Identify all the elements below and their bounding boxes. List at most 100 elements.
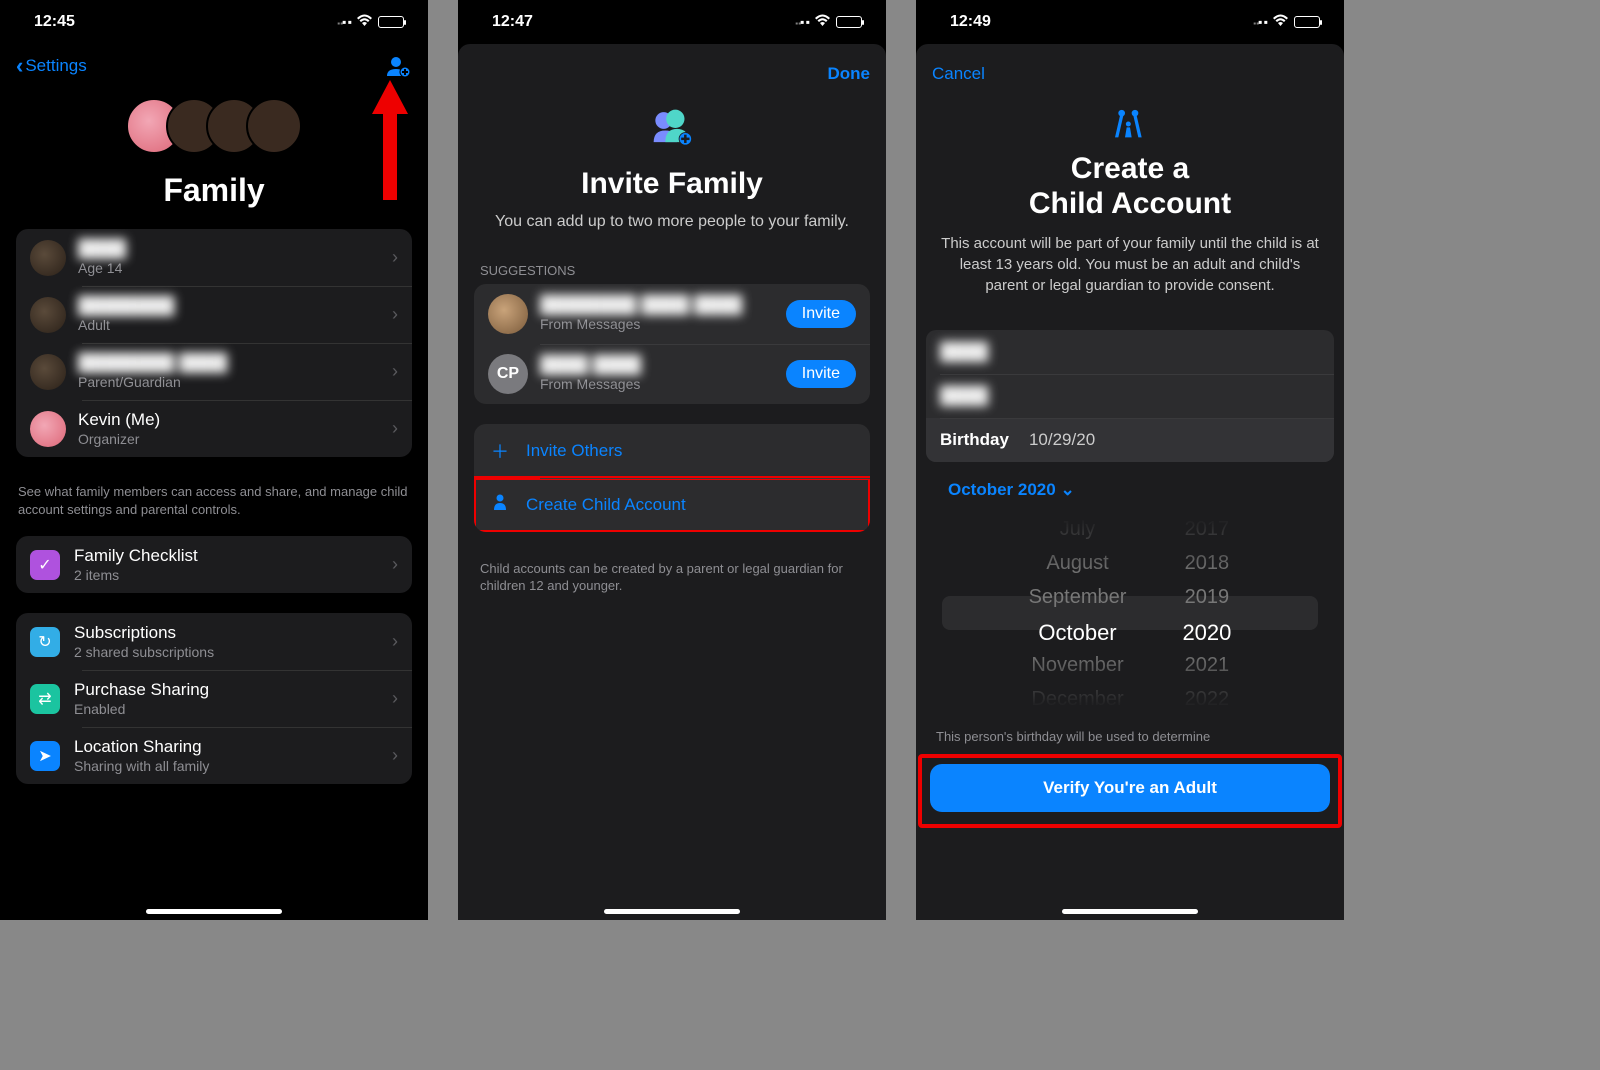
nav-bar: ‹ Settings — [0, 44, 428, 88]
cell-signal-icon — [1253, 13, 1267, 31]
purchase-sharing-icon: ⇄ — [30, 684, 60, 714]
wifi-icon — [814, 14, 831, 31]
suggestions-list: ████████ ████ ████ From Messages Invite … — [474, 284, 870, 404]
cell-signal-icon — [795, 13, 809, 31]
member-role: Age 14 — [78, 260, 392, 276]
checklist-title: Family Checklist — [74, 546, 392, 566]
screen-invite-family: 12:47 Done — [458, 0, 886, 920]
date-picker: October 2020 ⌄ JulyAugustSeptemberOctobe… — [916, 462, 1344, 718]
battery-icon — [378, 16, 404, 28]
create-child-hero: Create a Child Account This account will… — [916, 98, 1344, 314]
subscriptions-icon: ↻ — [30, 627, 60, 657]
member-role: Parent/Guardian — [78, 374, 392, 390]
invite-desc: You can add up to two more people to you… — [488, 211, 856, 233]
add-person-button[interactable] — [384, 52, 412, 80]
chevron-right-icon: › — [392, 418, 398, 439]
family-icon — [488, 106, 856, 155]
checklist-row[interactable]: ✓ Family Checklist 2 items › — [16, 536, 412, 593]
chevron-right-icon: › — [392, 631, 398, 652]
chevron-right-icon: › — [392, 554, 398, 575]
chevron-right-icon: › — [392, 247, 398, 268]
birthday-field[interactable]: Birthday 10/29/20 — [926, 418, 1334, 462]
invite-others-row[interactable]: ＋ Invite Others — [474, 424, 870, 478]
invite-button[interactable]: Invite — [786, 300, 856, 328]
member-name: ████ — [78, 239, 392, 259]
back-button[interactable]: ‹ Settings — [16, 53, 87, 79]
status-time: 12:45 — [34, 13, 75, 31]
child-family-icon — [938, 102, 1322, 146]
services-section: ↻ Subscriptions 2 shared subscriptions ›… — [16, 613, 412, 784]
wifi-icon — [1272, 14, 1289, 31]
verify-highlight: Verify You're an Adult — [920, 756, 1340, 826]
service-title: Purchase Sharing — [74, 680, 392, 700]
battery-icon — [1294, 16, 1320, 28]
screen-family: 12:45 ‹ Settings — [0, 0, 428, 920]
create-child-sheet: Cancel Create a Child Account This accou… — [916, 44, 1344, 920]
child-fields: ████ ████ Birthday 10/29/20 — [926, 330, 1334, 462]
member-role: Adult — [78, 317, 392, 333]
month-wheel[interactable]: JulyAugustSeptemberOctoberNovemberDecemb… — [1029, 518, 1127, 708]
first-name-field[interactable]: ████ — [926, 330, 1334, 374]
last-name-field[interactable]: ████ — [926, 374, 1334, 418]
chevron-right-icon: › — [392, 361, 398, 382]
checklist-sub: 2 items — [74, 567, 392, 583]
service-title: Subscriptions — [74, 623, 392, 643]
members-list: ████ Age 14 › ████████ Adult › ████████ … — [16, 229, 412, 457]
member-role: Organizer — [78, 431, 392, 447]
cancel-button[interactable]: Cancel — [932, 64, 985, 84]
avatar — [30, 240, 66, 276]
verify-adult-button[interactable]: Verify You're an Adult — [930, 764, 1330, 812]
member-row[interactable]: ████████ ████ Parent/Guardian › — [16, 343, 412, 400]
chevron-right-icon: › — [392, 688, 398, 709]
month-selector[interactable]: October 2020 ⌄ — [936, 472, 1324, 508]
member-name: Kevin (Me) — [78, 410, 392, 430]
avatar — [30, 354, 66, 390]
create-child-label: Create Child Account — [526, 495, 686, 515]
wifi-icon — [356, 14, 373, 31]
avatar — [488, 294, 528, 334]
plus-icon: ＋ — [488, 438, 512, 464]
create-child-account-row[interactable]: Create Child Account — [474, 478, 870, 532]
date-wheel[interactable]: JulyAugustSeptemberOctoberNovemberDecemb… — [942, 518, 1318, 708]
service-title: Location Sharing — [74, 737, 392, 757]
member-row[interactable]: ████ Age 14 › — [16, 229, 412, 286]
suggestion-row: ████████ ████ ████ From Messages Invite — [474, 284, 870, 344]
chevron-right-icon: › — [392, 745, 398, 766]
chevron-left-icon: ‹ — [16, 53, 23, 79]
home-indicator[interactable] — [146, 909, 282, 914]
member-row[interactable]: ████████ Adult › — [16, 286, 412, 343]
actions-list: ＋ Invite Others Create Child Account — [474, 424, 870, 532]
status-indicators — [795, 13, 862, 31]
subscriptions-row[interactable]: ↻ Subscriptions 2 shared subscriptions › — [16, 613, 412, 670]
screen-create-child: 12:49 Cancel — [916, 0, 1344, 920]
member-name: ████████ — [78, 296, 392, 316]
location-sharing-icon: ➤ — [30, 741, 60, 771]
suggestion-name: ████████ ████ ████ — [540, 295, 786, 315]
year-wheel[interactable]: 2017201820192020202120222023 — [1182, 518, 1231, 708]
sheet-nav: Cancel — [916, 50, 1344, 98]
done-button[interactable]: Done — [828, 64, 871, 84]
invite-hero: Invite Family You can add up to two more… — [458, 98, 886, 253]
home-indicator[interactable] — [1062, 909, 1198, 914]
status-time: 12:47 — [492, 13, 533, 31]
member-row[interactable]: Kevin (Me) Organizer › — [16, 400, 412, 457]
avatar — [30, 297, 66, 333]
avatars-row — [0, 98, 428, 154]
child-account-note: Child accounts can be created by a paren… — [458, 552, 886, 603]
suggestion-source: From Messages — [540, 316, 786, 332]
avatar — [30, 411, 66, 447]
checklist-icon: ✓ — [30, 550, 60, 580]
service-sub: Sharing with all family — [74, 758, 392, 774]
members-footer: See what family members can access and s… — [0, 477, 428, 536]
purchase-sharing-row[interactable]: ⇄ Purchase Sharing Enabled › — [16, 670, 412, 727]
birthday-label: Birthday — [940, 430, 1009, 450]
invite-button[interactable]: Invite — [786, 360, 856, 388]
suggestion-source: From Messages — [540, 376, 786, 392]
home-indicator[interactable] — [604, 909, 740, 914]
child-icon — [488, 493, 512, 516]
back-label: Settings — [25, 56, 86, 76]
location-sharing-row[interactable]: ➤ Location Sharing Sharing with all fami… — [16, 727, 412, 784]
status-indicators — [1253, 13, 1320, 31]
suggestions-header: SUGGESTIONS — [458, 253, 886, 284]
status-bar: 12:49 — [916, 0, 1344, 44]
